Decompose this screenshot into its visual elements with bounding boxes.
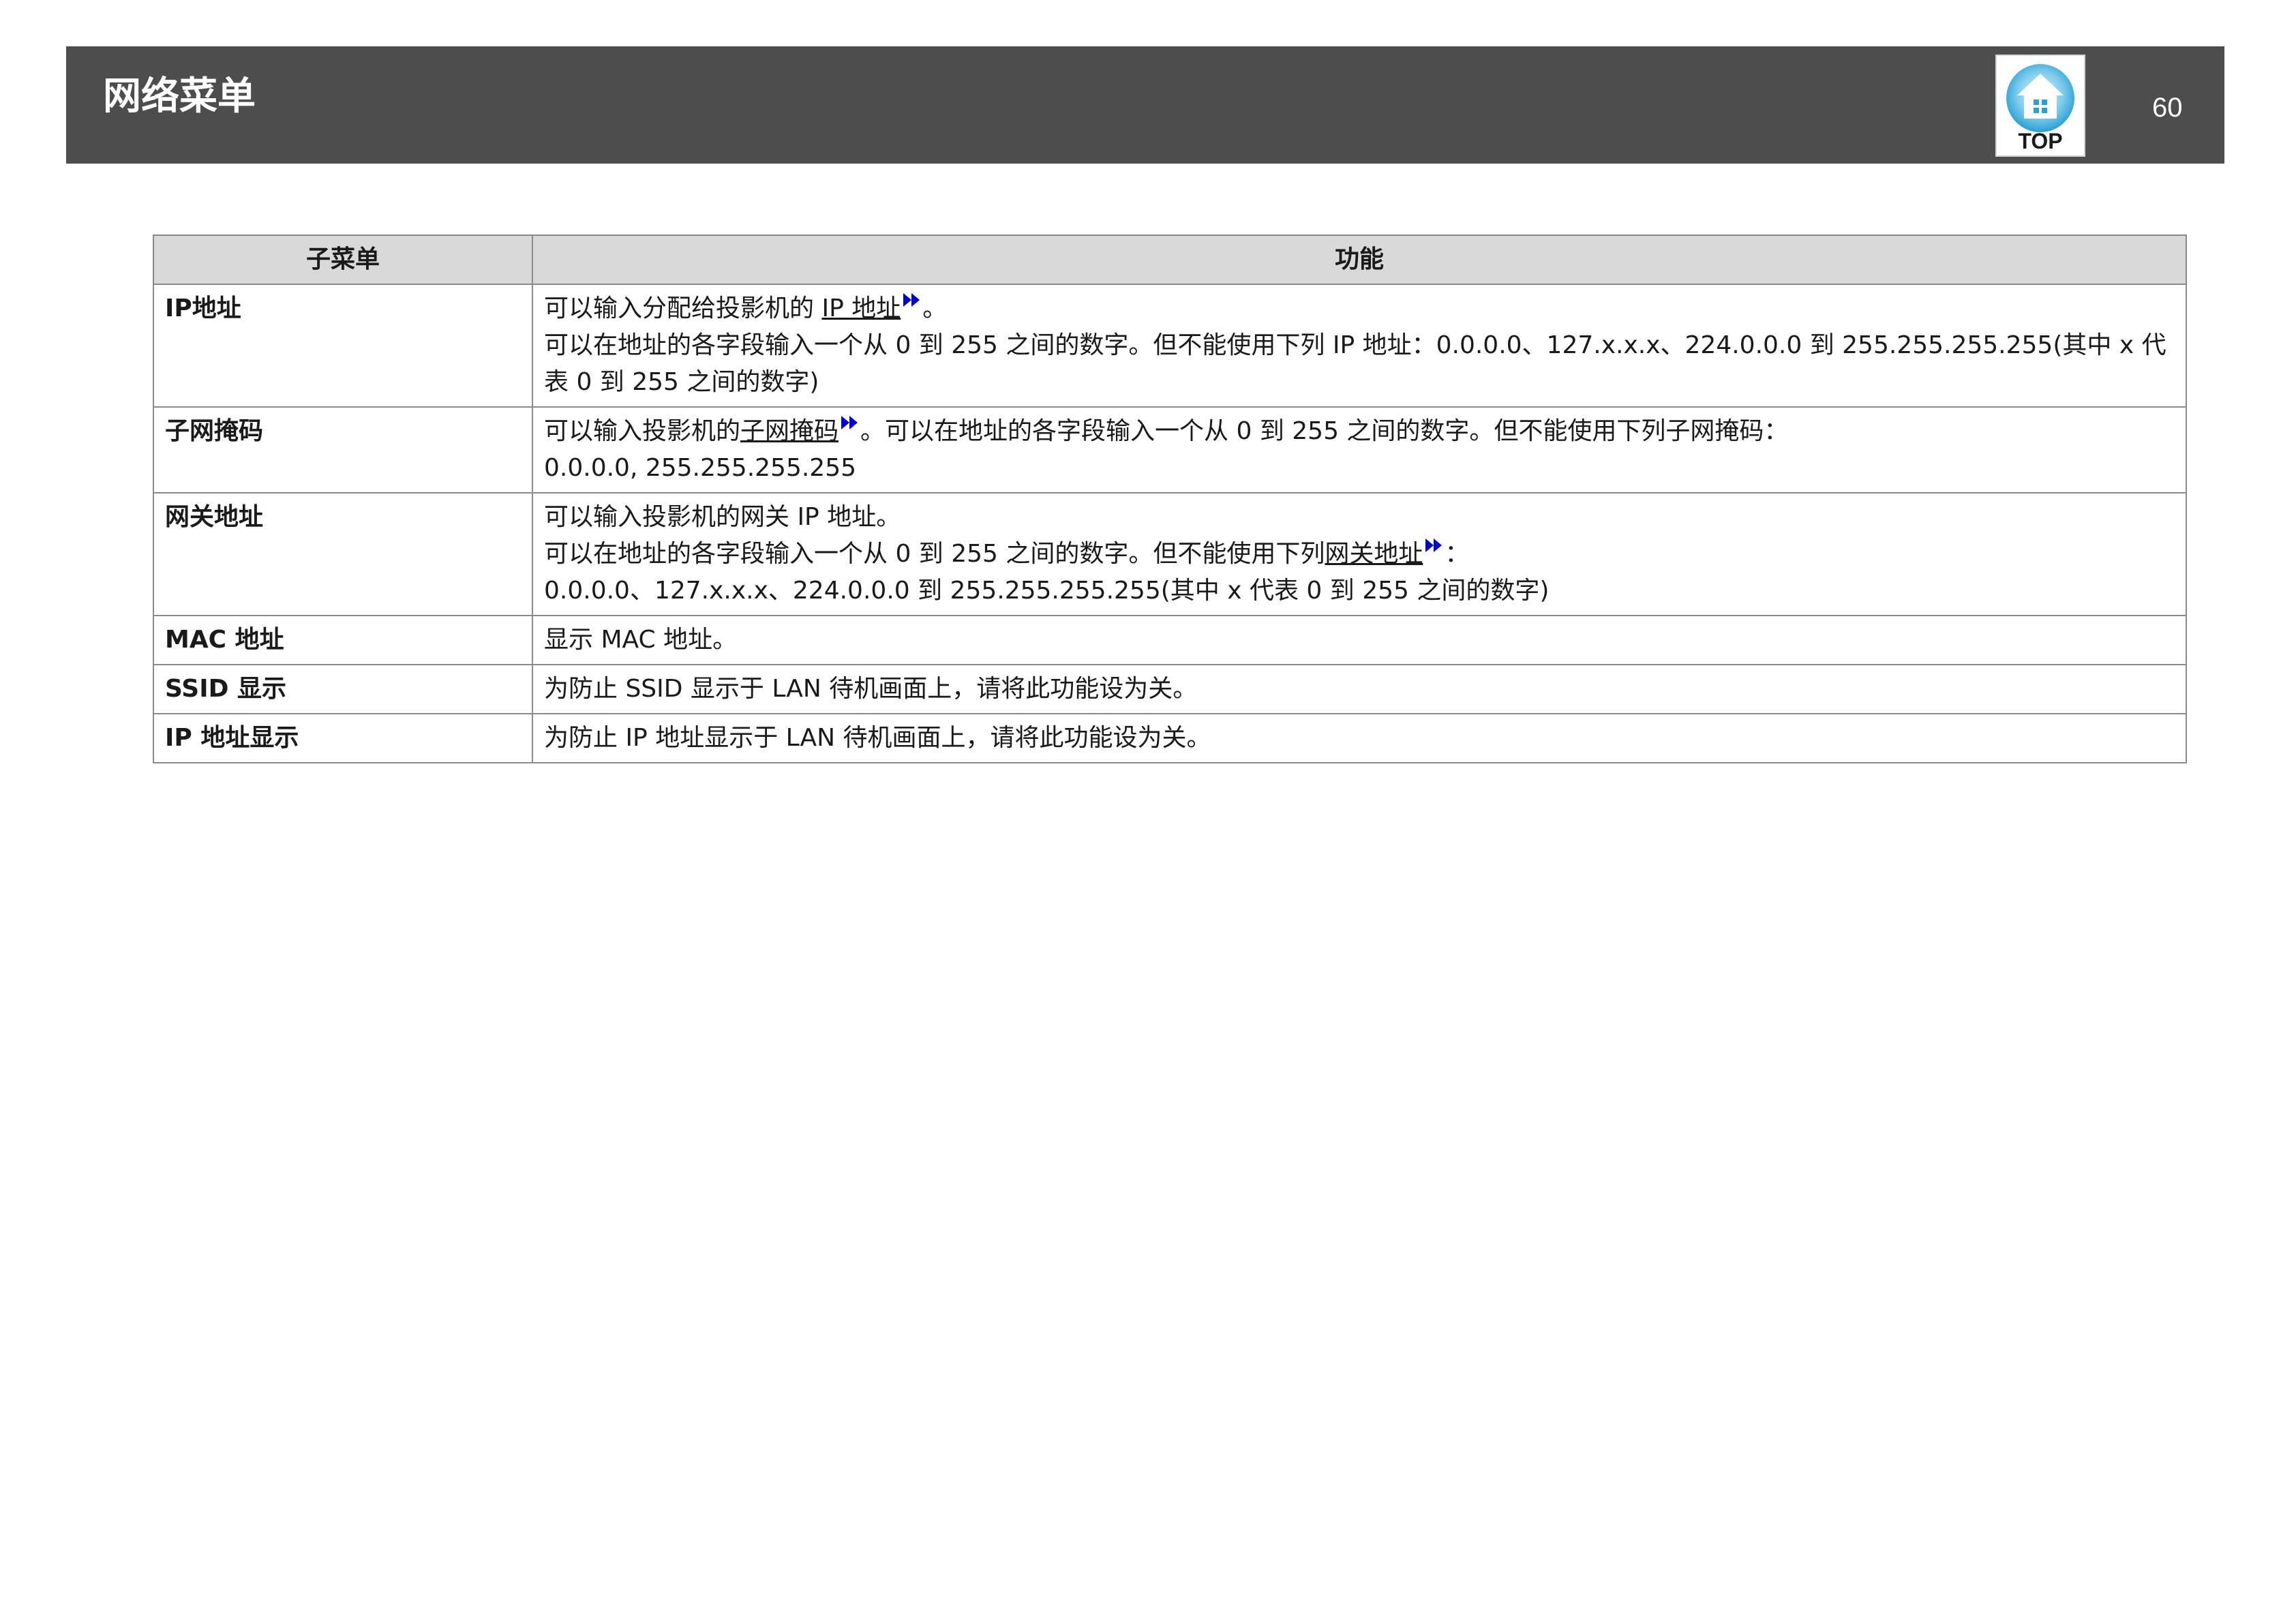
submenu-cell: 网关地址 [153,492,533,616]
function-cell: 为防止 SSID 显示于 LAN 待机画面上，请将此功能设为关。 [532,664,2187,714]
function-cell: 可以输入分配给投影机的 IP 地址。 可以在地址的各字段输入一个从 0 到 25… [532,284,2187,408]
description-line: 可以输入分配给投影机的 IP 地址。 [544,290,2175,327]
glossary-arrow-icon[interactable] [840,413,860,434]
text-segment: 可以输入投影机的 [544,417,741,445]
top-button-label: TOP [2018,129,2063,153]
table-row: MAC 地址 显示 MAC 地址。 [153,615,2187,665]
description-line: 可以在地址的各字段输入一个从 0 到 255 之间的数字。但不能使用下列网关地址… [544,536,2175,573]
table-row: 子网掩码 可以输入投影机的子网掩码 。可以在地址的各字段输入一个从 0 到 255… [153,406,2187,494]
submenu-cell: IP 地址显示 [153,713,533,763]
top-button[interactable]: TOP [1995,55,2085,157]
text-segment: 可以输入分配给投影机的 [544,294,822,322]
submenu-cell: IP地址 [153,284,533,408]
table-row: 网关地址 可以输入投影机的网关 IP 地址。 可以在地址的各字段输入一个从 0 … [153,492,2187,616]
submenu-cell: SSID 显示 [153,664,533,714]
column-header-submenu: 子菜单 [153,234,533,285]
page-title: 网络菜单 [103,74,256,119]
submenu-cell: 子网掩码 [153,406,533,494]
description-line: 0.0.0.0, 255.255.255.255 [544,454,857,482]
function-cell: 可以输入投影机的子网掩码 。可以在地址的各字段输入一个从 0 到 255 之间的数… [532,406,2187,494]
description-line: 可以输入投影机的网关 IP 地址。 [544,503,901,531]
text-segment: 。可以在地址的各字段输入一个从 0 到 255 之间的数字。但不能使用下列子网掩… [860,417,1789,445]
function-cell: 显示 MAC 地址。 [532,615,2187,665]
page-header: 网络菜单 TOP 60 [66,46,2224,164]
text-segment: 可以在地址的各字段输入一个从 0 到 255 之间的数字。但不能使用下列 [544,540,1325,568]
submenu-cell: MAC 地址 [153,615,533,665]
column-header-function: 功能 [532,234,2187,285]
glossary-arrow-icon[interactable] [1424,536,1445,556]
description-line: 显示 MAC 地址。 [544,626,738,654]
glossary-arrow-icon[interactable] [902,290,922,311]
description-line: 为防止 SSID 显示于 LAN 待机画面上，请将此功能设为关。 [544,675,1198,703]
description-line: 为防止 IP 地址显示于 LAN 待机画面上，请将此功能设为关。 [544,724,1211,752]
function-cell: 为防止 IP 地址显示于 LAN 待机画面上，请将此功能设为关。 [532,713,2187,763]
page-number: 60 [2152,93,2183,123]
gateway-address-link[interactable]: 网关地址 [1325,540,1423,568]
subnet-mask-link[interactable]: 子网掩码 [740,417,839,445]
description-line: 可以输入投影机的子网掩码 。可以在地址的各字段输入一个从 0 到 255 之间的数… [544,413,2175,450]
table-row: IP地址 可以输入分配给投影机的 IP 地址。 可以在地址的各字段输入一个从 0… [153,284,2187,408]
network-menu-table: 子菜单 功能 IP地址 可以输入分配给投影机的 IP 地址。 可以在地址的各字段… [153,234,2187,763]
description-line: 可以在地址的各字段输入一个从 0 到 255 之间的数字。但不能使用下列 IP … [544,331,2166,396]
table-header-row: 子菜单 功能 [153,234,2187,285]
ip-address-link[interactable]: IP 地址 [821,294,901,322]
text-segment: 。 [922,294,948,322]
description-line: 0.0.0.0、127.x.x.x、224.0.0.0 到 255.255.25… [544,577,1550,605]
text-segment: ： [1445,540,1470,568]
table-row: IP 地址显示 为防止 IP 地址显示于 LAN 待机画面上，请将此功能设为关。 [153,713,2187,763]
table-row: SSID 显示 为防止 SSID 显示于 LAN 待机画面上，请将此功能设为关。 [153,664,2187,714]
function-cell: 可以输入投影机的网关 IP 地址。 可以在地址的各字段输入一个从 0 到 255… [532,492,2187,616]
